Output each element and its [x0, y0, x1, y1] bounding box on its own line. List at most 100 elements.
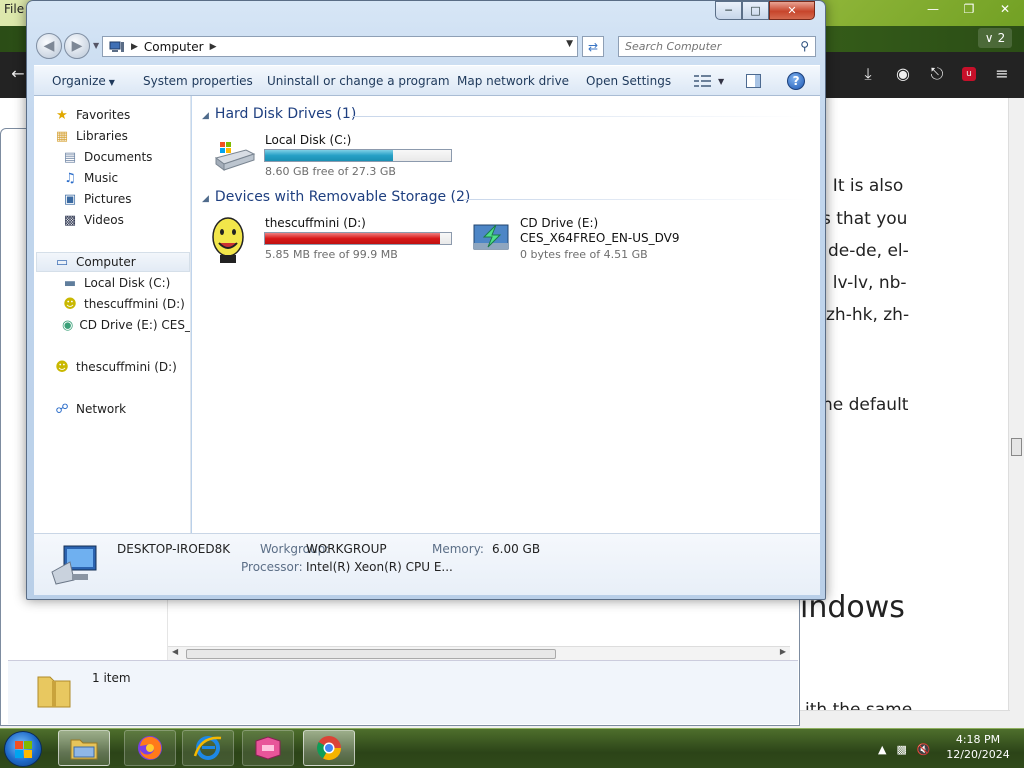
search-icon[interactable]: ⚲ [800, 39, 809, 53]
taskbar-ie-button[interactable] [182, 730, 234, 766]
nav-label: thescuffmini (D:) [84, 297, 185, 311]
memory-value: 6.00 GB [492, 542, 541, 556]
scroll-right-icon[interactable]: ▶ [780, 647, 786, 656]
nav-item-libraries[interactable]: ▦ Libraries [54, 126, 128, 146]
nav-label: Music [84, 171, 119, 185]
removable-drive-icon [212, 217, 244, 263]
organize-label: Organize [52, 74, 106, 88]
system-properties-button[interactable]: System properties [143, 74, 253, 88]
menu-icon[interactable]: ≡ [992, 64, 1012, 84]
nav-label: Videos [84, 213, 124, 227]
nav-item-thescuffmini-root[interactable]: ☻ thescuffmini (D:) [54, 357, 177, 377]
nav-item-network[interactable]: ☍ Network [54, 399, 126, 419]
change-view-icon[interactable] [694, 74, 712, 88]
refresh-button[interactable]: ⇄ [582, 36, 604, 57]
minimize-icon[interactable]: — [918, 0, 948, 18]
taskbar-chrome-button[interactable] [303, 730, 355, 766]
nav-label: Pictures [84, 192, 132, 206]
tab-count: 2 [997, 31, 1006, 45]
ublock-icon[interactable]: u [962, 67, 976, 81]
clock-time: 4:18 PM [955, 733, 1001, 746]
drive-tile-d[interactable]: thescuffmini (D:) 5.85 MB free of 99.9 M… [210, 215, 470, 265]
file-menu[interactable]: File [4, 2, 24, 16]
breadcrumb-separator-icon[interactable]: ▶ [210, 42, 217, 52]
account-icon[interactable]: ◉ [893, 64, 913, 84]
taskbar-clock[interactable]: 4:18 PM 12/20/2024 [944, 732, 1012, 762]
recent-pages-dropdown[interactable]: ▼ [93, 41, 99, 50]
internet-explorer-icon [193, 736, 222, 760]
search-input[interactable] [623, 39, 793, 54]
search-box[interactable]: ⚲ [618, 36, 816, 57]
network-status-icon[interactable]: ▩ [896, 743, 906, 756]
open-settings-button[interactable]: Open Settings [586, 74, 671, 88]
page-text-line: . It is also [822, 176, 904, 196]
nav-item-music[interactable]: ♫ Music [62, 168, 118, 188]
nav-item-favorites[interactable]: ★ Favorites [54, 105, 130, 125]
drive-free-space: 0 bytes free of 4.51 GB [520, 248, 648, 261]
documents-icon: ▤ [63, 149, 77, 165]
close-icon[interactable]: ✕ [990, 0, 1020, 18]
drive-tile-c[interactable]: Local Disk (C:) 8.60 GB free of 27.3 GB [210, 132, 470, 180]
uninstall-program-button[interactable]: Uninstall or change a program [267, 74, 450, 88]
hard-drive-icon: ▬ [63, 275, 77, 291]
nav-item-videos[interactable]: ▩ Videos [62, 210, 124, 230]
star-icon: ★ [56, 107, 68, 123]
address-bar[interactable]: ▶ Computer ▶ ▼ [102, 36, 578, 57]
maximize-icon[interactable]: ❐ [954, 0, 984, 18]
group-header-removable-storage[interactable]: ◢ Devices with Removable Storage (2) [202, 189, 470, 205]
browser-vertical-scrollbar[interactable] [1008, 98, 1024, 728]
start-button[interactable] [4, 731, 42, 767]
breadcrumb-separator-icon[interactable]: ▶ [131, 42, 138, 52]
collapse-triangle-icon[interactable]: ◢ [202, 194, 209, 204]
preview-pane-icon[interactable] [746, 74, 762, 88]
scrollbar-thumb[interactable] [1011, 438, 1022, 456]
forward-button[interactable]: ▶ [64, 33, 90, 59]
collapse-triangle-icon[interactable]: ◢ [202, 111, 209, 121]
view-options-dropdown-icon[interactable]: ▼ [718, 77, 724, 86]
breadcrumb-computer[interactable]: Computer [144, 40, 204, 54]
processor-label: Processor: [241, 560, 303, 574]
back-arrow-icon[interactable]: ← [8, 64, 28, 84]
drive-name: CD Drive (E:) [520, 216, 599, 230]
nav-item-pictures[interactable]: ▣ Pictures [62, 189, 132, 209]
close-icon: ✕ [787, 4, 797, 17]
organize-button[interactable]: Organize ▼ [52, 74, 115, 88]
close-button[interactable]: ✕ [769, 1, 815, 20]
map-network-drive-button[interactable]: Map network drive [457, 74, 569, 88]
nav-item-cd-drive[interactable]: ◉ CD Drive (E:) CES_X6 [62, 315, 190, 335]
volume-muted-icon[interactable]: 🔇 [917, 743, 931, 756]
drive-volume-label: CES_X64FREO_EN-US_DV9 [520, 231, 680, 245]
nav-label: Network [76, 402, 127, 416]
nav-item-computer[interactable]: ▭ Computer [36, 252, 190, 272]
taskbar-explorer-button[interactable] [58, 730, 110, 766]
nav-item-thescuffmini[interactable]: ☻ thescuffmini (D:) [62, 294, 185, 314]
drive-tile-e[interactable]: CD Drive (E:) CES_X64FREO_EN-US_DV9 0 by… [472, 215, 802, 265]
libraries-icon: ▦ [55, 128, 69, 144]
download-icon[interactable]: ⤓ [858, 64, 878, 84]
nav-item-documents[interactable]: ▤ Documents [62, 147, 153, 167]
maximize-button[interactable]: □ [742, 1, 769, 20]
back-button[interactable]: ◀ [36, 33, 62, 59]
scroll-left-icon[interactable]: ◀ [172, 647, 178, 656]
extensions-icon[interactable]: ⎋ [927, 64, 947, 84]
address-dropdown-icon[interactable]: ▼ [566, 39, 573, 49]
nav-item-local-disk[interactable]: ▬ Local Disk (C:) [62, 273, 170, 293]
back-arrow-icon: ◀ [43, 38, 55, 54]
group-header-hard-disk-drives[interactable]: ◢ Hard Disk Drives (1) [202, 106, 356, 122]
tab-list-button[interactable]: ∨ 2 [978, 28, 1012, 48]
pink-app-icon [255, 736, 281, 760]
help-icon[interactable]: ? [787, 72, 806, 90]
nav-label: thescuffmini (D:) [76, 360, 177, 374]
group-header-label: Devices with Removable Storage (2) [214, 189, 471, 205]
maximize-icon: □ [750, 4, 761, 17]
background-explorer-hscrollbar[interactable]: ◀ ▶ [168, 646, 790, 660]
firefox-icon [138, 736, 162, 760]
scrollbar-thumb[interactable] [186, 649, 556, 659]
hard-drive-icon [214, 142, 256, 171]
show-hidden-icons-icon[interactable]: ▲ [878, 743, 886, 756]
taskbar-app-button[interactable] [242, 730, 294, 766]
chevron-down-icon: ▼ [108, 78, 115, 87]
taskbar-firefox-button[interactable] [124, 730, 176, 766]
minimize-button[interactable]: ─ [715, 1, 742, 20]
workgroup-value: WORKGROUP [306, 542, 387, 556]
